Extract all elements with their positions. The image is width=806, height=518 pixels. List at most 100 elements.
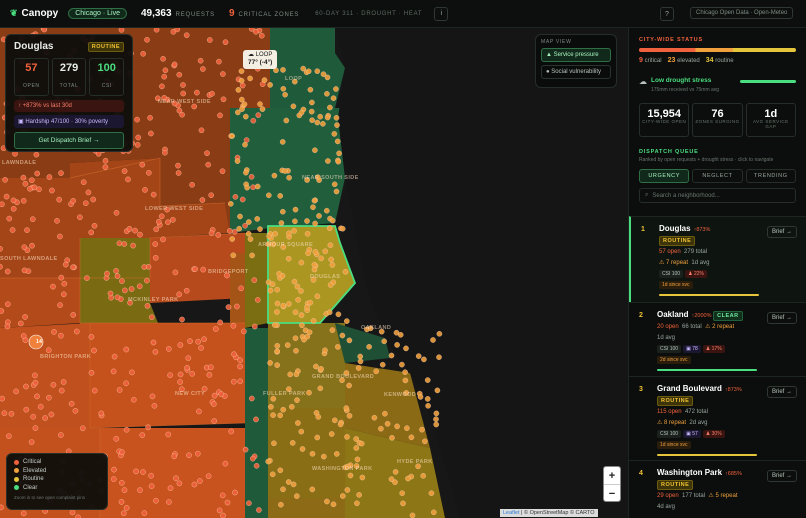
complaint-pin[interactable]	[241, 328, 247, 335]
complaint-pin[interactable]	[293, 493, 300, 499]
complaint-pin[interactable]	[298, 288, 304, 294]
complaint-pin[interactable]	[294, 283, 301, 290]
complaint-pin[interactable]	[384, 420, 391, 427]
complaint-pin[interactable]	[201, 336, 207, 343]
complaint-pin[interactable]	[91, 387, 98, 394]
complaint-pin[interactable]	[134, 116, 140, 123]
complaint-pin[interactable]	[80, 179, 87, 185]
complaint-pin[interactable]	[274, 342, 281, 349]
complaint-pin[interactable]	[22, 180, 29, 187]
complaint-pin[interactable]	[145, 424, 151, 431]
zoom-out-button[interactable]: −	[604, 485, 620, 503]
complaint-pin[interactable]	[265, 458, 272, 465]
complaint-pin[interactable]	[278, 220, 285, 226]
complaint-pin[interactable]	[49, 187, 55, 194]
complaint-pin[interactable]	[102, 164, 109, 170]
complaint-pin[interactable]	[200, 66, 206, 72]
complaint-pin[interactable]	[237, 213, 243, 220]
complaint-pin[interactable]	[238, 68, 245, 75]
complaint-pin[interactable]	[436, 330, 443, 337]
complaint-pin[interactable]	[121, 168, 128, 174]
complaint-pin[interactable]	[118, 499, 125, 505]
complaint-pin[interactable]	[238, 96, 245, 103]
complaint-pin[interactable]	[70, 264, 76, 271]
complaint-pin[interactable]	[206, 37, 213, 43]
complaint-pin[interactable]	[196, 408, 202, 415]
complaint-pin[interactable]	[257, 226, 263, 232]
complaint-pin[interactable]	[61, 280, 68, 287]
complaint-pin[interactable]	[317, 385, 324, 392]
complaint-pin[interactable]	[20, 174, 27, 181]
zoom-in-button[interactable]: +	[604, 467, 620, 485]
complaint-pin[interactable]	[231, 351, 237, 358]
complaint-pin[interactable]	[196, 478, 203, 484]
complaint-pin[interactable]	[6, 215, 13, 222]
complaint-pin[interactable]	[378, 425, 384, 432]
complaint-pin[interactable]	[397, 331, 404, 338]
complaint-pin[interactable]	[250, 117, 257, 124]
complaint-pin[interactable]	[215, 232, 221, 238]
complaint-pin[interactable]	[343, 318, 350, 324]
complaint-pin[interactable]	[24, 227, 30, 233]
complaint-pin[interactable]	[113, 435, 120, 442]
complaint-pin[interactable]	[339, 332, 346, 339]
complaint-pin[interactable]	[70, 197, 76, 204]
complaint-pin[interactable]	[88, 229, 94, 236]
complaint-pin[interactable]	[68, 400, 75, 407]
complaint-pin[interactable]	[114, 294, 121, 301]
complaint-pin[interactable]	[424, 396, 431, 402]
complaint-pin[interactable]	[389, 434, 395, 441]
complaint-pin[interactable]	[433, 421, 440, 428]
complaint-pin[interactable]	[329, 262, 336, 268]
complaint-pin[interactable]	[357, 358, 364, 365]
complaint-pin[interactable]	[102, 157, 109, 164]
complaint-pin[interactable]	[313, 363, 319, 370]
complaint-pin[interactable]	[417, 394, 424, 400]
complaint-pin[interactable]	[222, 39, 229, 46]
complaint-pin[interactable]	[359, 474, 366, 481]
complaint-pin[interactable]	[307, 299, 314, 306]
complaint-pin[interactable]	[339, 493, 346, 499]
complaint-pin[interactable]	[242, 113, 249, 120]
complaint-pin[interactable]	[232, 489, 238, 496]
complaint-pin[interactable]	[153, 497, 159, 504]
complaint-pin[interactable]	[98, 410, 105, 417]
complaint-pin[interactable]	[185, 355, 192, 362]
complaint-pin[interactable]	[311, 261, 318, 268]
complaint-pin[interactable]	[261, 77, 268, 83]
complaint-pin[interactable]	[150, 339, 157, 346]
complaint-pin[interactable]	[399, 490, 406, 497]
complaint-pin[interactable]	[274, 348, 281, 355]
complaint-pin[interactable]	[251, 277, 258, 283]
complaint-pin[interactable]	[200, 266, 206, 273]
complaint-pin[interactable]	[379, 361, 386, 368]
complaint-pin[interactable]	[3, 193, 10, 200]
complaint-pin[interactable]	[144, 37, 150, 43]
complaint-pin[interactable]	[434, 387, 441, 394]
complaint-pin[interactable]	[274, 309, 280, 315]
complaint-pin[interactable]	[88, 334, 95, 340]
complaint-pin[interactable]	[194, 89, 200, 96]
complaint-pin[interactable]	[408, 434, 415, 441]
queue-item-grand-boulevard[interactable]: 3 Grand Boulevard ↑873% ROUTINE 115 open …	[629, 376, 806, 460]
complaint-pin[interactable]	[46, 394, 52, 401]
complaint-pin[interactable]	[175, 170, 182, 176]
complaint-pin[interactable]	[239, 196, 246, 203]
complaint-pin[interactable]	[80, 425, 86, 432]
complaint-pin[interactable]	[234, 158, 241, 164]
complaint-pin[interactable]	[235, 87, 242, 93]
queue-item-oakland[interactable]: 2 Oakland ↑2000% CLEAR 20 open 66 total ⚠…	[629, 302, 806, 376]
complaint-pin[interactable]	[2, 176, 8, 183]
complaint-pin[interactable]	[243, 169, 249, 176]
complaint-pin[interactable]	[358, 440, 365, 447]
complaint-pin[interactable]	[323, 207, 330, 214]
complaint-pin[interactable]	[289, 440, 296, 446]
complaint-pin[interactable]	[285, 255, 292, 262]
complaint-pin[interactable]	[232, 193, 239, 200]
complaint-pin[interactable]	[239, 106, 245, 112]
complaint-pin[interactable]	[144, 303, 151, 309]
complaint-pin[interactable]	[153, 28, 160, 33]
complaint-pin[interactable]	[58, 170, 64, 176]
complaint-pin[interactable]	[69, 509, 76, 516]
complaint-pin[interactable]	[234, 303, 240, 310]
